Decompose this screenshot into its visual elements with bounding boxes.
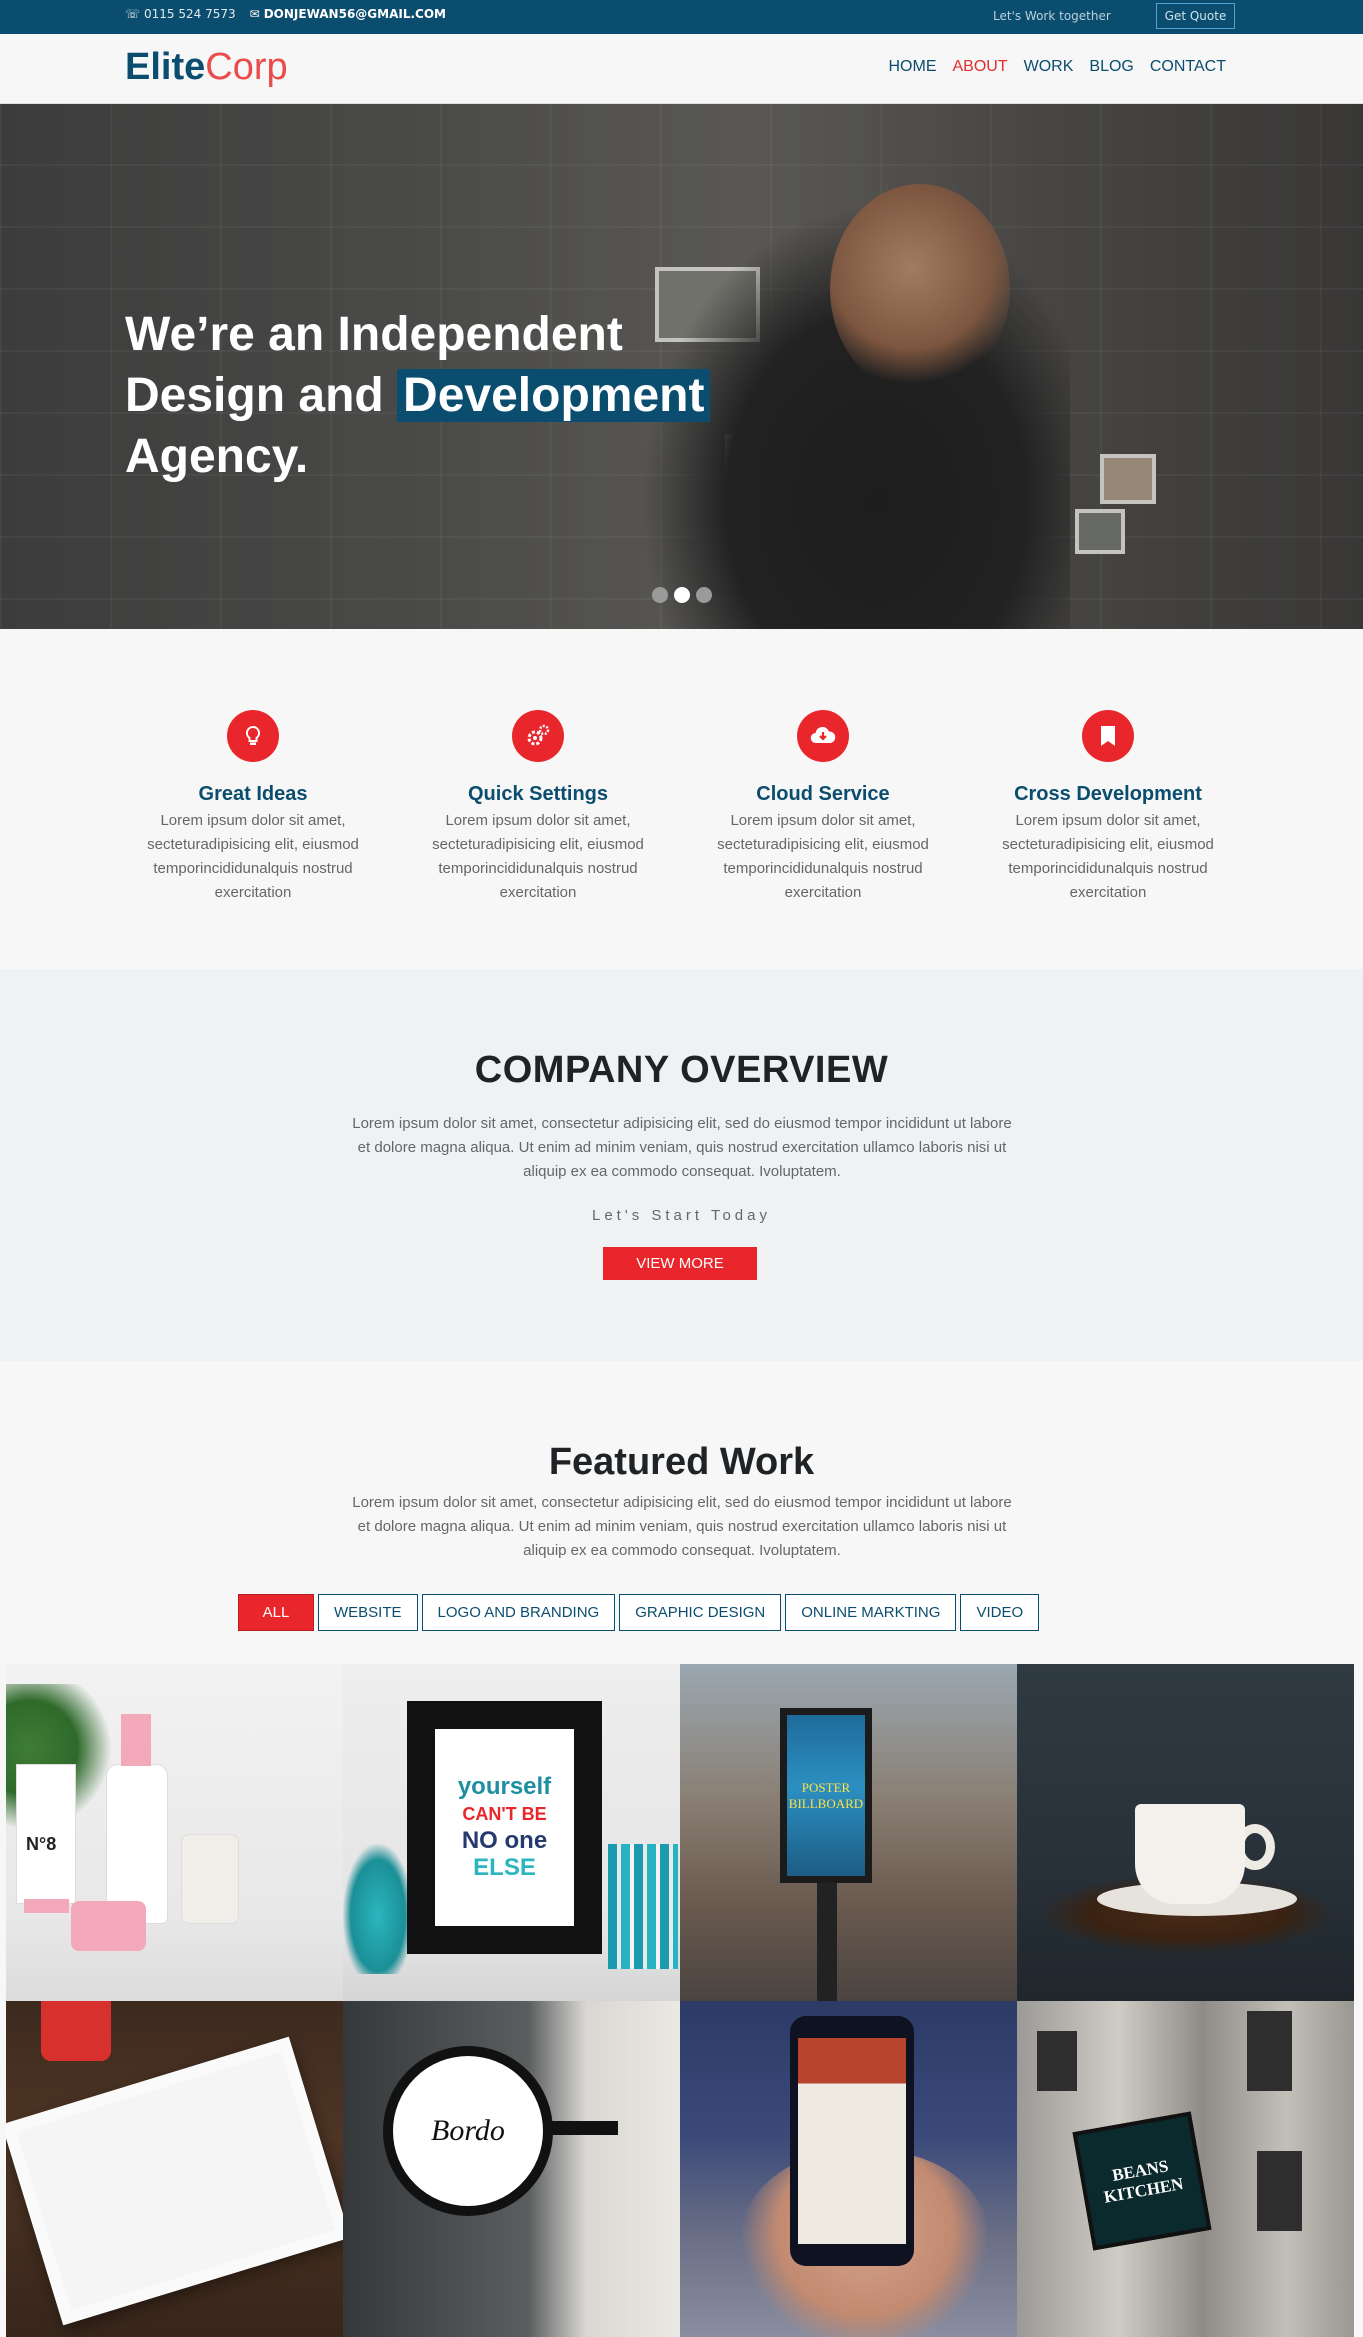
smartphone <box>790 2016 914 2266</box>
logo-corp: Corp <box>205 46 288 88</box>
view-more-button[interactable]: VIEW MORE <box>603 1247 757 1280</box>
service-text: Lorem ipsum dolor sit amet, secteturadip… <box>432 812 644 901</box>
phone-icon: ☏ <box>125 7 141 21</box>
portfolio-item-kitchen-sign[interactable]: BEANS KITCHEN <box>1017 2001 1354 2337</box>
main-navbar: EliteCorp HOME ABOUT WORK BLOG CONTACT <box>0 34 1363 104</box>
email-address: DONJEWAN56@GMAIL.COM <box>263 7 446 21</box>
logo-elite: Elite <box>125 46 206 88</box>
filter-all[interactable]: ALL <box>238 1594 314 1631</box>
nav-about[interactable]: ABOUT <box>952 58 1007 76</box>
contact-info: ☏ 0115 524 7573 ✉ DONJEWAN56@GMAIL.COM <box>125 7 446 21</box>
service-title: Cross Development <box>1014 783 1202 805</box>
tagline: Let's Work together <box>993 9 1111 23</box>
hero-highlight: Development <box>397 369 711 422</box>
salt-jar <box>181 1834 239 1924</box>
cream-jar <box>71 1901 146 1951</box>
bookmark-icon <box>1082 710 1134 762</box>
portfolio-item-mobile-app[interactable] <box>680 2001 1017 2337</box>
phone-number: 0115 524 7573 <box>144 7 236 21</box>
building-window <box>1247 2011 1292 2091</box>
filter-video[interactable]: VIDEO <box>960 1594 1040 1631</box>
phone-contact[interactable]: ☏ 0115 524 7573 <box>125 7 236 21</box>
service-cross-development: Cross Development Lorem ipsum dolor sit … <box>978 710 1238 905</box>
nav-work[interactable]: WORK <box>1024 58 1074 76</box>
hero-line-2: Design and <box>125 369 384 422</box>
hanging-sign: BEANS KITCHEN <box>1072 2111 1212 2251</box>
portfolio-grid: N°8 yourself CAN'T BE NO one ELSE POSTER… <box>6 1664 1354 2337</box>
portfolio-item-coffee-cup[interactable] <box>1017 1664 1354 2001</box>
typography-poster: yourself CAN'T BE NO one ELSE <box>435 1729 574 1926</box>
poster-line: yourself <box>457 1773 552 1800</box>
service-great-ideas: Great Ideas Lorem ipsum dolor sit amet, … <box>123 710 383 905</box>
logo[interactable]: EliteCorp <box>125 46 288 89</box>
hero-slider: We’re an Independent Design and Developm… <box>0 104 1363 629</box>
billboard-post <box>817 1883 837 2001</box>
slider-dots <box>652 587 712 603</box>
tube-cap <box>24 1899 69 1913</box>
billboard-text: POSTER BILLBOARD <box>787 1715 865 1876</box>
books <box>608 1844 678 1969</box>
nav-menu: HOME ABOUT WORK BLOG CONTACT <box>888 58 1226 76</box>
portfolio-item-cosmetics[interactable]: N°8 <box>6 1664 343 2001</box>
featured-title: Featured Work <box>548 1441 815 1483</box>
red-cup <box>41 2001 111 2061</box>
slider-dot-1[interactable] <box>652 587 668 603</box>
service-text: Lorem ipsum dolor sit amet, secteturadip… <box>1002 812 1214 901</box>
company-overview-section: COMPANY OVERVIEW Lorem ipsum dolor sit a… <box>0 969 1363 1361</box>
portfolio-item-billboard[interactable]: POSTER BILLBOARD <box>680 1664 1017 2001</box>
building-window <box>1037 2031 1077 2091</box>
portfolio-filters: ALL WEBSITE LOGO AND BRANDING GRAPHIC DE… <box>238 1594 1040 1631</box>
service-title: Cloud Service <box>756 783 890 805</box>
services-section: Great Ideas Lorem ipsum dolor sit amet, … <box>0 629 1363 969</box>
top-bar: ☏ 0115 524 7573 ✉ DONJEWAN56@GMAIL.COM Let… <box>0 0 1363 34</box>
email-contact[interactable]: ✉ DONJEWAN56@GMAIL.COM <box>250 7 446 21</box>
portfolio-item-poster-frame[interactable]: yourself CAN'T BE NO one ELSE <box>343 1664 680 2001</box>
service-quick-settings: Quick Settings Lorem ipsum dolor sit ame… <box>408 710 668 905</box>
sign-arm <box>548 2121 618 2135</box>
overview-title: COMPANY OVERVIEW <box>474 1049 889 1091</box>
service-cloud-service: Cloud Service Lorem ipsum dolor sit amet… <box>693 710 953 905</box>
nav-contact[interactable]: CONTACT <box>1150 58 1226 76</box>
nav-home[interactable]: HOME <box>888 58 936 76</box>
filter-online-markting[interactable]: ONLINE MARKTING <box>785 1594 957 1631</box>
buddha-figure <box>343 1844 413 1974</box>
cloud-download-icon <box>797 710 849 762</box>
picture-frame: yourself CAN'T BE NO one ELSE <box>407 1701 602 1954</box>
portfolio-item-shop-sign[interactable]: Bordo <box>343 2001 680 2337</box>
service-title: Quick Settings <box>467 783 609 805</box>
overview-subtitle: Let's Start Today <box>592 1207 771 1224</box>
filter-logo-and-branding[interactable]: LOGO AND BRANDING <box>421 1594 616 1631</box>
filter-graphic-design[interactable]: GRAPHIC DESIGN <box>619 1594 782 1631</box>
service-text: Lorem ipsum dolor sit amet, secteturadip… <box>717 812 929 901</box>
service-title: Great Ideas <box>198 783 308 805</box>
portfolio-item-tablet[interactable] <box>6 2001 343 2337</box>
get-quote-button[interactable]: Get Quote <box>1156 3 1235 29</box>
phone-screen <box>798 2038 906 2244</box>
featured-text: Lorem ipsum dolor sit amet, consectetur … <box>352 1494 1012 1559</box>
poster-line: NO one <box>461 1827 548 1854</box>
cosmetics-label: N°8 <box>26 1834 57 1854</box>
pump-head <box>121 1714 151 1766</box>
building-window <box>1257 2151 1302 2231</box>
slider-dot-3[interactable] <box>696 587 712 603</box>
hero-line-3: Agency. <box>125 430 309 483</box>
tablet-device <box>6 2036 343 2326</box>
gears-icon <box>512 710 564 762</box>
pump-bottle <box>106 1764 168 1924</box>
service-text: Lorem ipsum dolor sit amet, secteturadip… <box>147 812 359 901</box>
hero-line-1: We’re an Independent <box>125 308 623 361</box>
hero-headline: We’re an Independent Design and Developm… <box>125 304 745 487</box>
envelope-icon: ✉ <box>249 7 260 21</box>
round-shop-sign: Bordo <box>383 2046 553 2216</box>
nav-blog[interactable]: BLOG <box>1089 58 1133 76</box>
poster-line: CAN'T BE <box>462 1804 547 1824</box>
poster-billboard: POSTER BILLBOARD <box>780 1708 872 1883</box>
overview-text: Lorem ipsum dolor sit amet, consectetur … <box>352 1115 1012 1180</box>
slider-dot-2[interactable] <box>674 587 690 603</box>
filter-website[interactable]: WEBSITE <box>318 1594 418 1631</box>
poster-line: ELSE <box>473 1854 536 1881</box>
lightbulb-icon <box>227 710 279 762</box>
coffee-cup <box>1135 1804 1245 1904</box>
